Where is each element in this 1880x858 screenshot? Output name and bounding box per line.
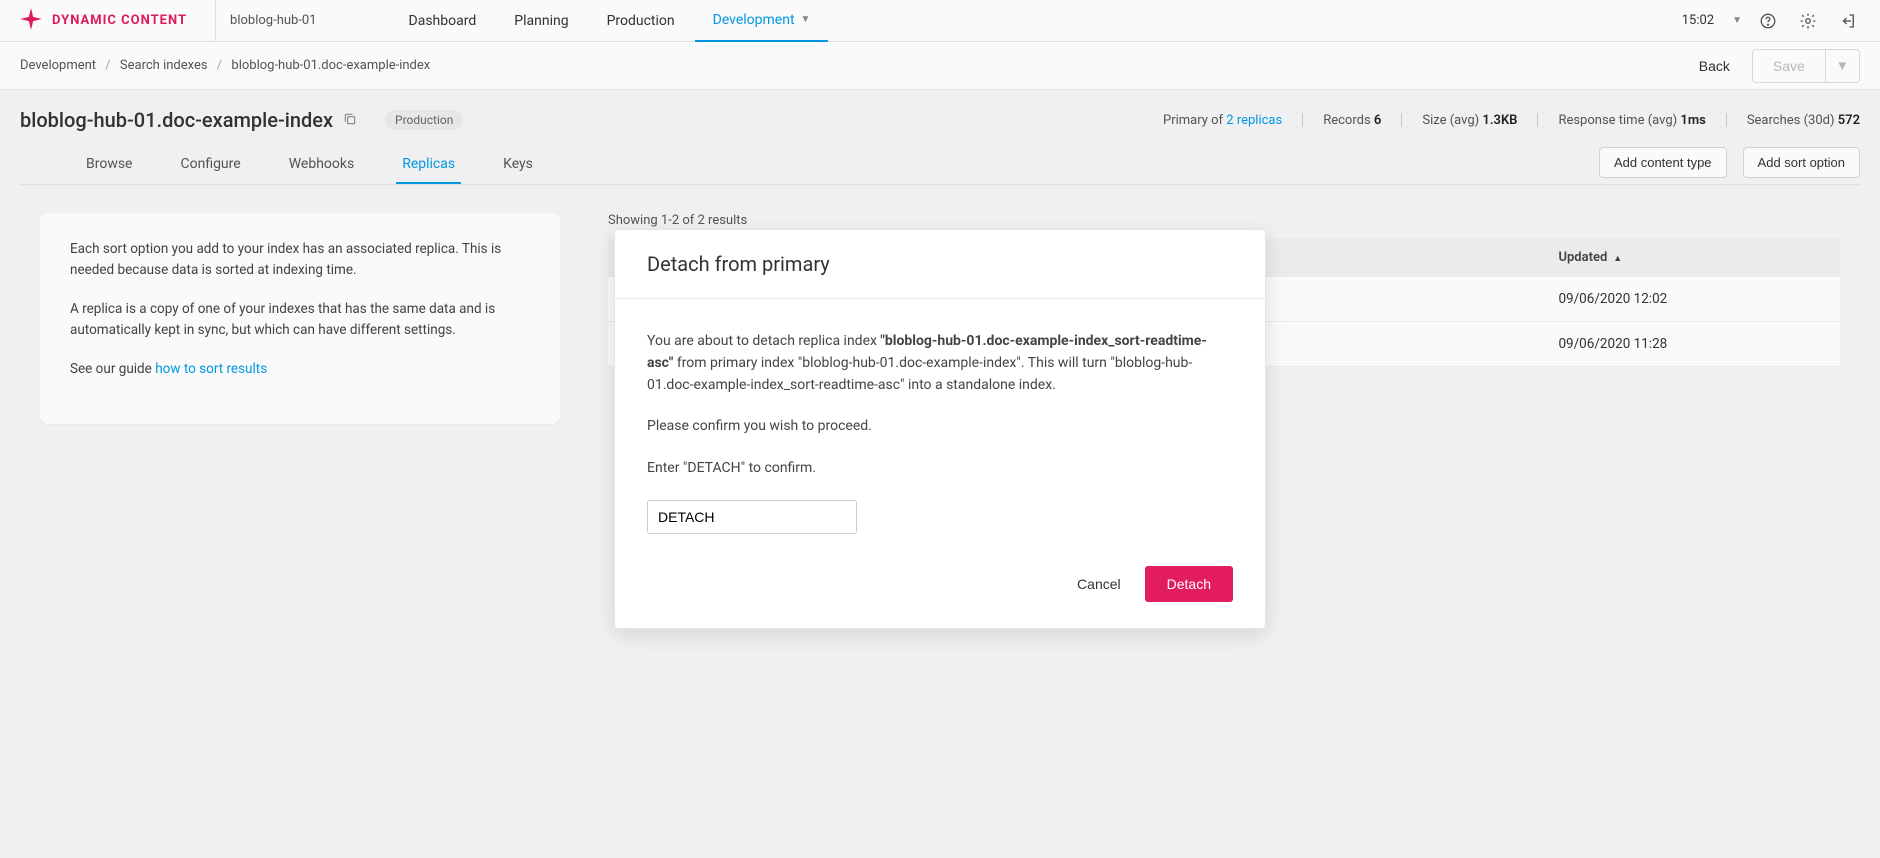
modal-body-1: You are about to detach replica index "b… bbox=[647, 331, 1233, 396]
modal-body-3: Enter "DETACH" to confirm. bbox=[647, 458, 1233, 480]
modal-overlay: Detach from primary You are about to det… bbox=[0, 0, 1880, 858]
confirm-input[interactable] bbox=[647, 500, 857, 534]
detach-button[interactable]: Detach bbox=[1145, 566, 1233, 602]
detach-modal: Detach from primary You are about to det… bbox=[614, 229, 1266, 628]
modal-title: Detach from primary bbox=[615, 230, 1265, 299]
cancel-button[interactable]: Cancel bbox=[1077, 576, 1121, 592]
modal-body-2: Please confirm you wish to proceed. bbox=[647, 416, 1233, 438]
